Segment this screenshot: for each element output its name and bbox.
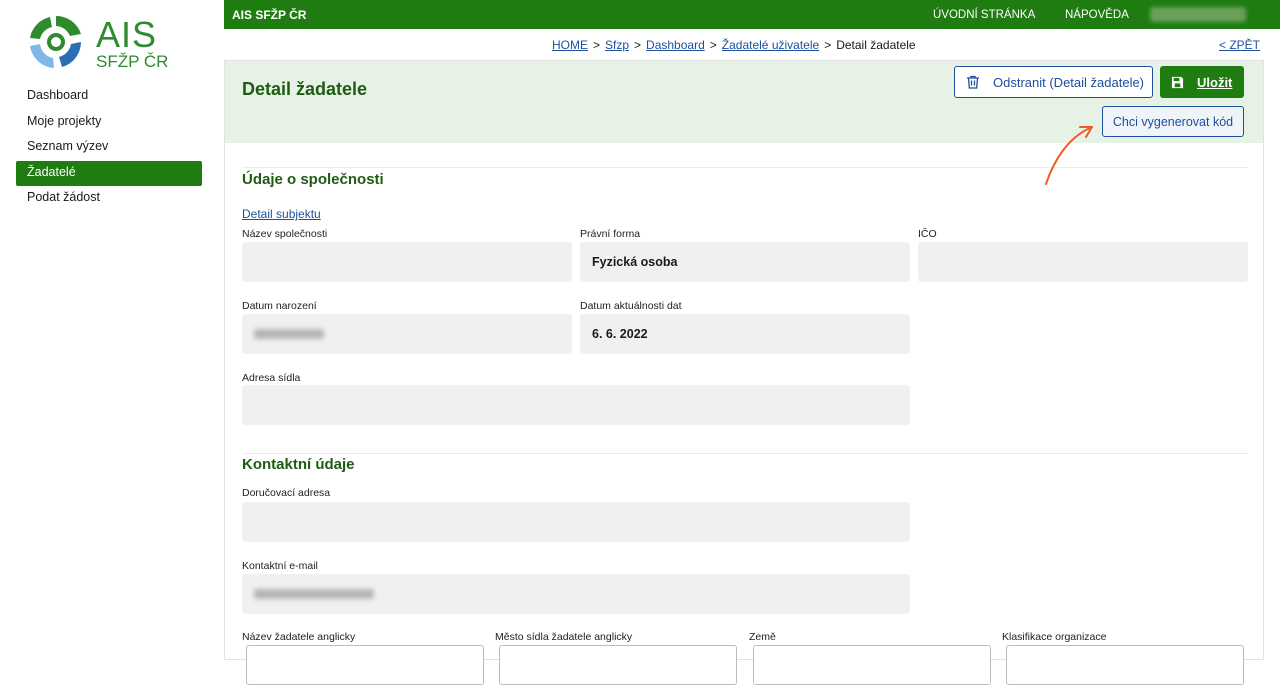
- classification-label: Klasifikace organizace: [1002, 631, 1107, 643]
- breadcrumb-separator: >: [593, 38, 601, 52]
- birth-date-field: [242, 314, 572, 354]
- legal-form-label: Právní forma: [580, 228, 641, 240]
- contact-email-label: Kontaktní e-mail: [242, 560, 318, 572]
- annotation-arrow-icon: [1045, 126, 1093, 185]
- sidebar-menu: Dashboard Moje projekty Seznam výzev Žad…: [16, 84, 202, 212]
- legal-form-field: Fyzická osoba: [580, 242, 910, 282]
- data-update-label: Datum aktuálnosti dat: [580, 300, 682, 312]
- top-bar-brand[interactable]: AIS SFŽP ČR: [232, 8, 306, 22]
- sidebar: AIS SFŽP ČR Dashboard Moje projekty Sezn…: [0, 0, 218, 650]
- ico-label: IČO: [918, 228, 937, 240]
- delivery-address-label: Doručovací adresa: [242, 487, 331, 499]
- address-label: Adresa sídla: [242, 372, 301, 384]
- logo-subtitle: SFŽP ČR: [96, 52, 169, 71]
- delete-button-label: Odstranit (Detail žadatele): [993, 74, 1145, 90]
- sidebar-item-submit-application[interactable]: Podat žádost: [16, 186, 202, 211]
- redacted-value: [254, 589, 374, 599]
- section-divider: [242, 453, 1248, 454]
- subject-detail-link[interactable]: Detail subjektu: [242, 207, 321, 221]
- classification-select[interactable]: [1006, 645, 1244, 685]
- breadcrumb: HOME > Sfzp > Dashboard > Žadatelé uživatele > D…: [552, 38, 916, 52]
- breadcrumb-home[interactable]: HOME: [552, 38, 588, 52]
- logo[interactable]: AIS SFŽP ČR: [26, 12, 186, 72]
- data-update-field: 6. 6. 2022: [580, 314, 910, 354]
- ico-field: [918, 242, 1248, 282]
- panel-header: Detail žadatele Odstranit (Detail žadate…: [225, 61, 1263, 143]
- redacted-value: [254, 329, 324, 339]
- user-menu[interactable]: [1150, 7, 1246, 22]
- company-name-field: [242, 242, 572, 282]
- top-bar: AIS SFŽP ČR ÚVODNÍ STRÁNKA NÁPOVĚDA: [224, 0, 1280, 29]
- country-label: Země: [749, 631, 776, 643]
- nav-help-link[interactable]: NÁPOVĚDA: [1065, 9, 1129, 21]
- generate-code-button[interactable]: Chci vygenerovat kód: [1102, 106, 1244, 137]
- delivery-address-field: [242, 502, 910, 542]
- applicant-name-en-label: Název žadatele anglicky: [242, 631, 356, 643]
- breadcrumb-separator: >: [709, 38, 717, 52]
- breadcrumb-dashboard[interactable]: Dashboard: [646, 38, 705, 52]
- sidebar-item-calls[interactable]: Seznam výzev: [16, 135, 202, 160]
- company-name-label: Název společnosti: [242, 228, 328, 240]
- sidebar-item-dashboard[interactable]: Dashboard: [16, 84, 202, 109]
- birth-date-label: Datum narození: [242, 300, 317, 312]
- sidebar-item-my-projects[interactable]: Moje projekty: [16, 110, 202, 135]
- detail-panel: Detail žadatele Odstranit (Detail žadate…: [224, 60, 1264, 685]
- city-en-input[interactable]: [499, 645, 737, 685]
- breadcrumb-current: Detail žadatele: [836, 38, 916, 52]
- contact-email-field: [242, 574, 910, 614]
- breadcrumb-sfzp[interactable]: Sfzp: [605, 38, 629, 52]
- contact-section-title: Kontaktní údaje: [242, 456, 355, 473]
- logo-title: AIS: [96, 14, 158, 55]
- city-en-label: Město sídla žadatele anglicky: [495, 631, 633, 643]
- address-field: [242, 385, 910, 425]
- breadcrumb-separator: >: [824, 38, 832, 52]
- save-button-label: Uložit: [1197, 74, 1233, 90]
- breadcrumb-users[interactable]: Žadatelé uživatele: [722, 38, 819, 52]
- company-section-title: Údaje o společnosti: [242, 171, 384, 188]
- country-select[interactable]: [753, 645, 991, 685]
- nav-home-link[interactable]: ÚVODNÍ STRÁNKA: [933, 9, 1035, 21]
- trash-icon: [967, 75, 979, 89]
- save-button[interactable]: Uložit: [1160, 66, 1244, 98]
- page-title: Detail žadatele: [242, 79, 368, 99]
- breadcrumb-separator: >: [634, 38, 642, 52]
- logo-mark-icon: [30, 15, 81, 68]
- applicant-name-en-input[interactable]: [246, 645, 484, 685]
- delete-button[interactable]: Odstranit (Detail žadatele): [954, 66, 1153, 98]
- sidebar-item-applicants[interactable]: Žadatelé: [16, 160, 202, 186]
- back-link[interactable]: < ZPĚT: [1219, 38, 1260, 52]
- floppy-disk-icon: [1171, 76, 1184, 88]
